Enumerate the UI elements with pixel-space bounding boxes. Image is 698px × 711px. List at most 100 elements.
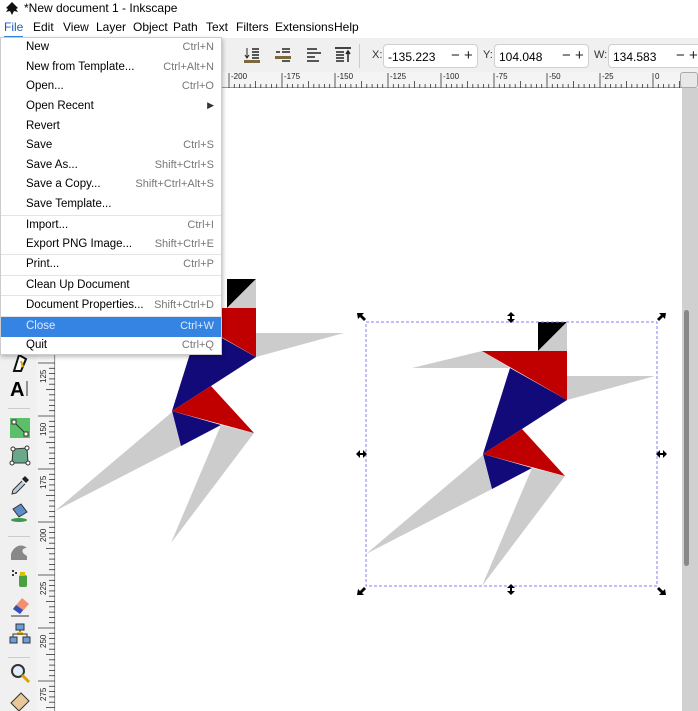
menu-item-clean-up-document[interactable]: Clean Up Document	[1, 276, 221, 296]
text-tool-icon[interactable]: A	[9, 377, 31, 399]
ruler-label: 0	[655, 72, 660, 81]
ruler-label: -50	[549, 72, 561, 81]
ruler-label: 225	[39, 581, 48, 595]
submenu-arrow-icon: ▶	[207, 100, 214, 110]
menu-item-shortcut: Ctrl+Q	[181, 339, 214, 351]
menu-help[interactable]: Help	[334, 20, 359, 34]
menu-extensions[interactable]: Extensions	[275, 20, 334, 34]
paint-bucket-icon[interactable]	[9, 501, 31, 523]
svg-text:A: A	[10, 379, 24, 399]
menu-item-shortcut: Ctrl+W	[180, 320, 214, 332]
menu-item-label: Open Recent	[26, 100, 94, 112]
y-increment-button[interactable]: +	[575, 47, 584, 64]
x-label: X:	[372, 49, 383, 61]
menu-item-shortcut: Ctrl+N	[182, 41, 214, 53]
y-value[interactable]: 104.048	[499, 50, 542, 64]
menu-layer[interactable]: Layer	[96, 20, 126, 34]
menu-item-label: Close	[26, 320, 56, 332]
vertical-ruler[interactable]: 125 150 175 200 225 250 275	[37, 355, 55, 711]
tweak-tool-icon[interactable]	[9, 540, 31, 562]
menu-text[interactable]: Text	[206, 20, 228, 34]
menu-path[interactable]: Path	[173, 20, 198, 34]
divider	[359, 44, 360, 68]
ruler-label: -75	[496, 72, 508, 81]
menu-item-close[interactable]: Close Ctrl+W	[1, 317, 221, 337]
ruler-label: 275	[39, 687, 48, 701]
menu-item-import[interactable]: Import... Ctrl+I	[1, 216, 221, 236]
zoom-tool-icon[interactable]	[9, 662, 31, 684]
tweak-transform-icon[interactable]	[9, 445, 31, 467]
scrollbar-thumb[interactable]	[684, 310, 689, 566]
node-tool-icon[interactable]	[9, 417, 31, 439]
ruler-label: 150	[39, 422, 48, 436]
menu-item-save-template[interactable]: Save Template...	[1, 195, 221, 215]
ruler-label: -125	[390, 72, 407, 81]
menu-object[interactable]: Object	[133, 20, 168, 34]
inkscape-logo-icon	[6, 2, 18, 15]
menu-item-label: Quit	[26, 339, 48, 351]
menu-view[interactable]: View	[63, 20, 89, 34]
menu-item-new-from-template[interactable]: New from Template... Ctrl+Alt+N	[1, 58, 221, 78]
distribute-icon[interactable]	[306, 47, 322, 63]
menu-item-label: New from Template...	[26, 61, 135, 73]
menu-item-label: Save As...	[26, 159, 78, 171]
menu-item-shortcut: Ctrl+O	[181, 80, 214, 92]
menu-item-print[interactable]: Print... Ctrl+P	[1, 255, 221, 275]
menu-item-save-a-copy[interactable]: Save a Copy... Shift+Ctrl+Alt+S	[1, 175, 221, 195]
menu-item-shortcut: Ctrl+P	[183, 258, 214, 270]
menu-item-export-png-image[interactable]: Export PNG Image... Shift+Ctrl+E	[1, 235, 221, 255]
figure-selected[interactable]	[366, 322, 655, 586]
x-decrement-button[interactable]: −	[451, 47, 460, 64]
menu-file[interactable]: File	[4, 20, 24, 38]
ruler-label: -150	[337, 72, 354, 81]
x-field[interactable]: -135.223 − +	[383, 44, 478, 68]
divider	[8, 657, 30, 658]
w-value[interactable]: 134.583	[613, 50, 656, 64]
window-title: *New document 1 - Inkscape	[24, 1, 178, 15]
menu-item-label: Open...	[26, 80, 64, 92]
ruler-label: -100	[443, 72, 460, 81]
menu-item-label: Print...	[26, 258, 60, 270]
menu-item-open[interactable]: Open... Ctrl+O	[1, 77, 221, 97]
ruler-label: 200	[39, 528, 48, 542]
y-decrement-button[interactable]: −	[562, 47, 571, 64]
x-increment-button[interactable]: +	[464, 47, 473, 64]
menu-item-label: Document Properties...	[26, 299, 144, 311]
connector-tool-icon[interactable]	[9, 623, 31, 645]
menu-item-shortcut: Shift+Ctrl+D	[154, 299, 214, 311]
align-top-icon[interactable]	[335, 47, 351, 63]
zoom-corner-button[interactable]	[680, 72, 698, 88]
menu-item-label: New	[26, 41, 50, 53]
menu-item-shortcut: Ctrl+I	[187, 219, 214, 231]
ruler-label: -200	[231, 72, 248, 81]
menu-item-save[interactable]: Save Ctrl+S	[1, 136, 221, 156]
y-field[interactable]: 104.048 − +	[494, 44, 589, 68]
menu-item-document-properties[interactable]: Document Properties... Shift+Ctrl+D	[1, 296, 221, 316]
w-field[interactable]: 134.583 − +	[608, 44, 698, 68]
menu-item-save-as[interactable]: Save As... Shift+Ctrl+S	[1, 156, 221, 176]
w-increment-button[interactable]: +	[689, 47, 698, 64]
horizontal-ruler[interactable]: -200 -175 -150 -125 -100 -75 -50 -25 0	[222, 72, 682, 88]
x-value[interactable]: -135.223	[388, 50, 435, 64]
menu-item-open-recent[interactable]: Open Recent ▶	[1, 97, 221, 117]
menu-item-quit[interactable]: Quit Ctrl+Q	[1, 336, 221, 356]
align-bottom-icon[interactable]	[244, 47, 260, 63]
ruler-label: 250	[39, 634, 48, 648]
eraser-tool-icon[interactable]	[9, 595, 31, 617]
ruler-label: -175	[284, 72, 301, 81]
w-label: W:	[594, 49, 608, 61]
menu-item-label: Save Template...	[26, 198, 112, 210]
measure-tool-icon[interactable]	[9, 689, 31, 711]
menu-filters[interactable]: Filters	[236, 20, 269, 34]
menu-item-label: Export PNG Image...	[26, 238, 133, 250]
menu-item-revert[interactable]: Revert	[1, 117, 221, 137]
spray-tool-icon[interactable]	[9, 567, 31, 589]
menu-edit[interactable]: Edit	[33, 20, 54, 34]
align-baseline-icon[interactable]	[275, 47, 291, 63]
ruler-label: -25	[602, 72, 614, 81]
menu-item-new[interactable]: New Ctrl+N	[1, 38, 221, 58]
dropper-tool-icon[interactable]	[9, 474, 31, 496]
w-decrement-button[interactable]: −	[676, 47, 685, 64]
menu-item-label: Import...	[26, 219, 69, 231]
toolbox: A	[0, 353, 37, 711]
